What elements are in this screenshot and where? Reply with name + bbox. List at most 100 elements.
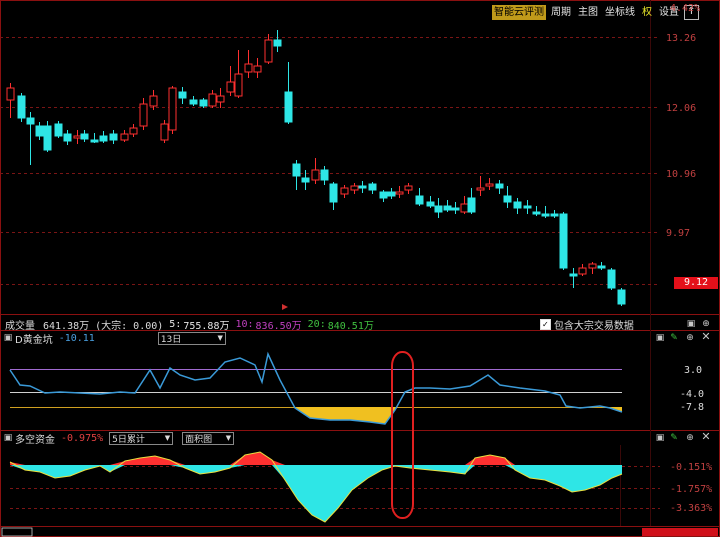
candle-body — [301, 177, 310, 183]
candle-body — [523, 205, 532, 209]
panel-settings-icon[interactable]: ▣ — [686, 319, 696, 329]
candle-body — [358, 185, 367, 189]
candle-body — [578, 267, 587, 275]
candle-body — [284, 91, 293, 123]
panel-settings-icon[interactable]: ▣ — [655, 433, 665, 443]
candle-body — [460, 203, 469, 213]
candle-body — [26, 117, 35, 125]
indicator1-level-label: 3.0 — [684, 365, 703, 376]
candle-body — [168, 87, 177, 131]
close-icon[interactable]: ✕ — [701, 331, 711, 342]
indicator1-name: D黄金坑 — [15, 334, 53, 346]
axis-line-button[interactable]: 坐标线 — [603, 5, 637, 20]
edit-icon[interactable]: ✎ — [669, 433, 679, 443]
chart-toolbar: 智能云评测 周期 主图 坐标线 权 设置 ↑ — [492, 5, 699, 20]
candle-body — [129, 127, 138, 135]
candle-body — [311, 169, 320, 181]
candle-body — [495, 183, 504, 189]
candle-body — [597, 265, 606, 269]
price-axis-label: 12.06 — [666, 103, 697, 114]
volume-label: 成交量 — [5, 320, 35, 332]
zoom-icon[interactable]: ⊕ — [685, 333, 695, 343]
indicator2-style-select[interactable]: 面积图 ▼ — [182, 431, 235, 445]
checkbox-checked-icon[interactable]: ✓ — [539, 318, 551, 330]
candle-body — [541, 213, 550, 217]
candle-body — [476, 187, 485, 191]
candle-body — [73, 135, 82, 139]
edit-icon[interactable]: ✎ — [669, 333, 679, 343]
candle-body — [513, 201, 522, 209]
candle-body — [99, 135, 108, 142]
indicator1-period-value: 13日 — [160, 334, 182, 345]
price-axis-label: 9.97 — [666, 228, 691, 239]
indicator1-gold-fill — [293, 407, 398, 424]
indicator2-period-select[interactable]: 5日累计 ▼ — [109, 431, 174, 445]
candle-body — [350, 185, 359, 191]
candle-body — [569, 273, 578, 277]
panel-settings-icon[interactable]: ▣ — [655, 333, 665, 343]
candle-body — [467, 197, 476, 213]
candle-body — [43, 125, 52, 151]
rights-button[interactable]: 权 — [640, 5, 654, 20]
candle-body — [189, 99, 198, 105]
marker-arrow-icon — [282, 304, 288, 310]
candle-body — [6, 87, 15, 101]
candle-body — [532, 211, 541, 215]
candle-body — [208, 93, 217, 107]
candle-body — [90, 139, 99, 143]
indicator1-period-select[interactable]: 13日 ▼ — [157, 331, 226, 345]
price-axis-label: 10.96 — [666, 169, 697, 180]
candle-body — [395, 191, 404, 195]
candle-body — [550, 213, 559, 217]
indicator2-style-value: 面积图 — [185, 434, 213, 445]
candle-body — [149, 95, 158, 107]
ma5-label: 5: — [169, 318, 182, 330]
main-chart-button[interactable]: 主图 — [576, 5, 600, 20]
volume-value: 641.38万 — [43, 320, 90, 332]
candle-body — [426, 201, 435, 207]
candle-body — [443, 205, 452, 211]
candle-body — [253, 65, 262, 73]
bottom-left-tab — [1, 527, 33, 537]
volume-info-bar: 成交量 641.38万 (大宗: 0.00) 5: 755.88万 10: 83… — [0, 317, 720, 332]
last-price-tag: 9.12 — [674, 277, 718, 289]
candle-body — [80, 133, 89, 140]
candle-body — [120, 133, 129, 141]
candle-body — [63, 133, 72, 142]
stock-chart[interactable] — [0, 0, 720, 537]
indicator-expand-icon[interactable]: ▣ — [3, 333, 13, 343]
candle-body — [160, 123, 169, 141]
candle-body — [226, 81, 235, 93]
block-trade-toggle[interactable]: ✓ 包含大宗交易数据 — [539, 317, 634, 332]
candle-body — [451, 207, 460, 211]
candle-body — [434, 205, 443, 213]
indicator-expand-icon[interactable]: ▣ — [3, 433, 13, 443]
smart-cloud-review-button[interactable]: 智能云评测 — [492, 5, 546, 20]
indicator2-level-label: -1.757% — [670, 484, 713, 495]
period-button[interactable]: 周期 — [549, 5, 573, 20]
candle-body — [340, 187, 349, 195]
candle-body — [415, 195, 424, 205]
candle-body — [503, 195, 512, 203]
candle-body — [139, 103, 148, 127]
ma5-value: 755.88万 — [183, 320, 230, 332]
candle-body — [234, 73, 243, 97]
block-trade-checkbox-label: 包含大宗交易数据 — [553, 320, 634, 332]
candle-body — [617, 289, 626, 305]
candle-body — [379, 191, 388, 199]
candle-body — [485, 183, 494, 187]
close-icon[interactable]: ✕ — [701, 431, 711, 442]
ma10-value: 836.50万 — [255, 320, 302, 332]
candle-body — [387, 191, 396, 197]
block-trade-value: (大宗: 0.00) — [95, 320, 164, 332]
candle-body — [404, 185, 413, 191]
zoom-icon[interactable]: ⊕ — [685, 433, 695, 443]
indicator2-level-label: -0.151% — [670, 462, 713, 473]
price-axis-label: 13.26 — [666, 33, 697, 44]
candle-body — [329, 183, 338, 203]
indicator1-level-label: -4.0 — [680, 389, 705, 400]
zoom-icon[interactable]: ⊕ — [701, 319, 711, 329]
chevron-down-icon: ▼ — [217, 334, 223, 342]
indicator1-header: ▣ D黄金坑 -10.11 13日 ▼ — [0, 331, 720, 346]
candle-body — [35, 125, 44, 137]
